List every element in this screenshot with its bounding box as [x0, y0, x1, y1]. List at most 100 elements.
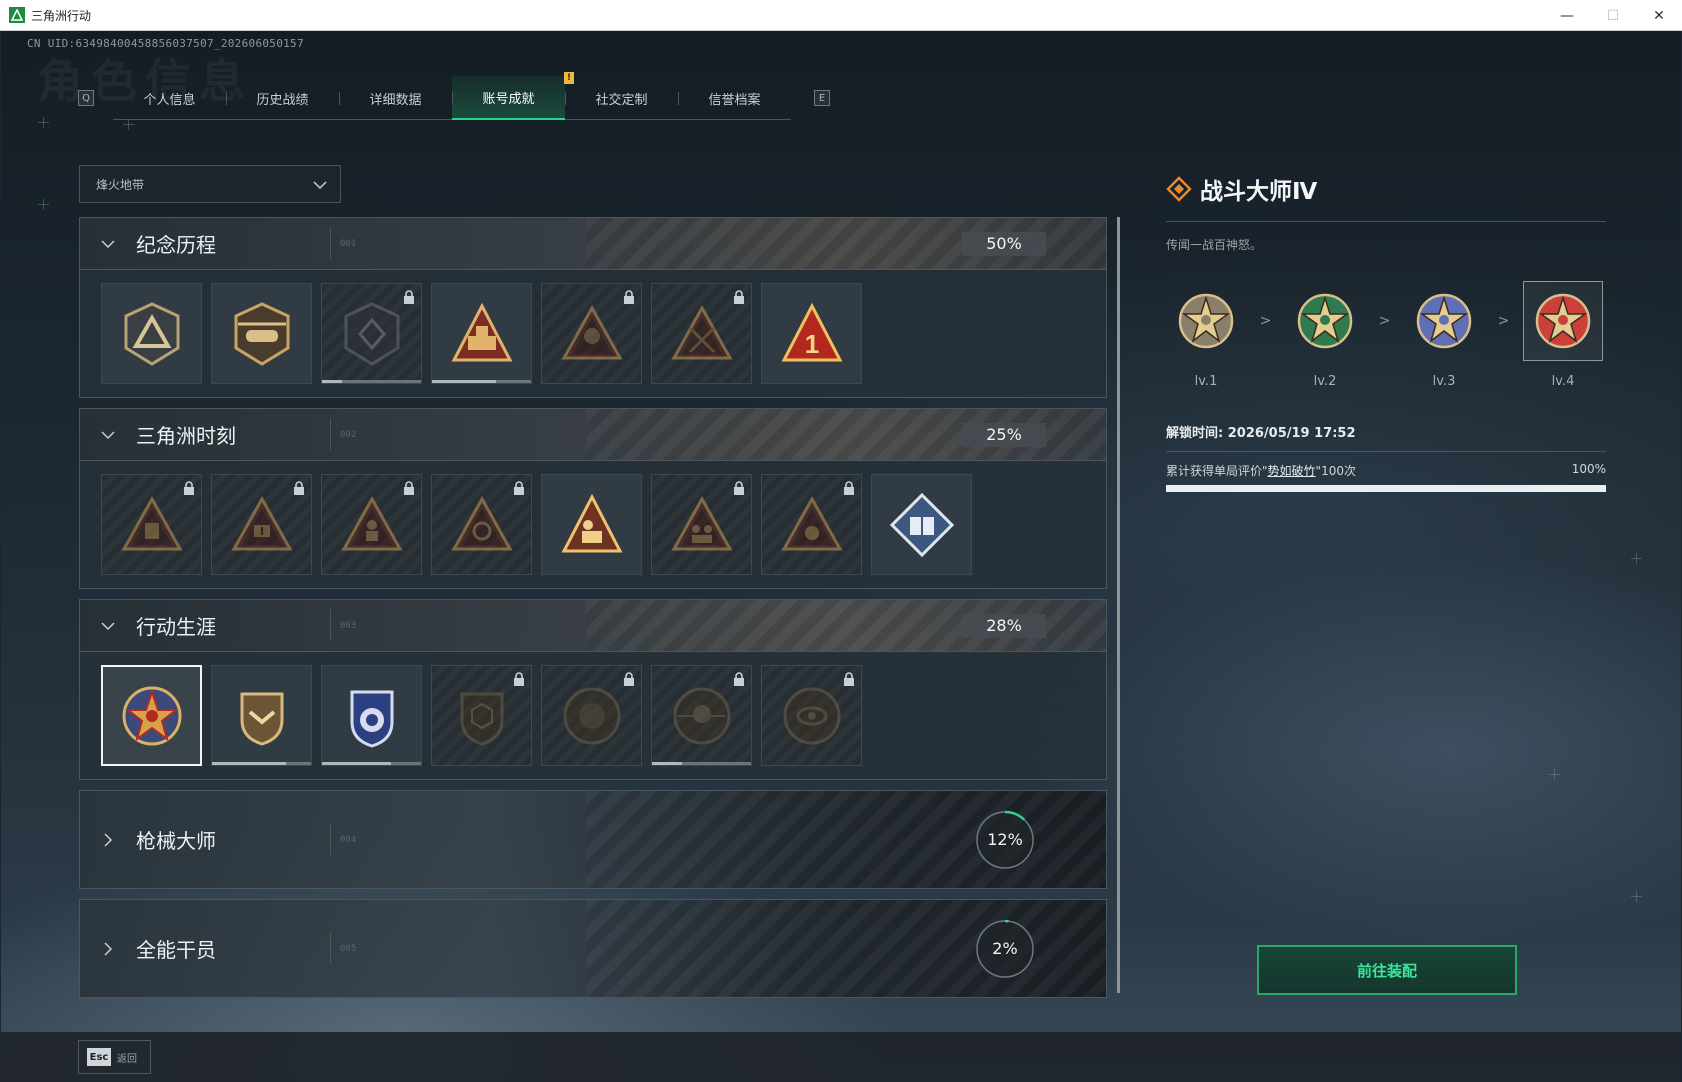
- level-1[interactable]: lv.1: [1166, 281, 1246, 389]
- go-equip-button[interactable]: 前往装配: [1257, 945, 1517, 995]
- level-separator: >: [1497, 313, 1510, 329]
- achievement-badge[interactable]: [541, 283, 642, 384]
- progress-ring-label: 12%: [987, 830, 1023, 849]
- star-medal-lv4-icon: [1535, 293, 1591, 349]
- level-4[interactable]: lv.4: [1523, 281, 1603, 389]
- medkit-triangle-icon: [230, 495, 293, 550]
- chevron-down-icon: [101, 621, 115, 630]
- achievement-badge[interactable]: [651, 283, 752, 384]
- badge-progress-bar: [432, 380, 531, 383]
- scrollbar[interactable]: [1117, 217, 1120, 993]
- section-code: 001: [329, 226, 357, 259]
- achievement-badge[interactable]: [651, 474, 752, 575]
- tab-next-key[interactable]: E: [814, 90, 830, 106]
- lock-icon: [183, 480, 195, 495]
- diamond-book-badge-icon: [889, 492, 954, 557]
- section-all-round-operator: 全能干员 005 2%: [79, 899, 1107, 998]
- carry-triangle-icon: [561, 493, 622, 552]
- section-title: 全能干员: [136, 938, 216, 962]
- level-label: lv.4: [1551, 374, 1575, 389]
- achievement-badge[interactable]: [101, 283, 202, 384]
- lock-icon: [733, 671, 745, 686]
- badge-row: [80, 651, 1106, 779]
- lock-icon: [513, 480, 525, 495]
- section-header[interactable]: 全能干员 005 2%: [80, 900, 1106, 997]
- achievement-badge[interactable]: [871, 474, 972, 575]
- crossed-swords-badge-icon: [670, 304, 733, 359]
- section-title: 行动生涯: [136, 615, 216, 639]
- star-medal-lv2-icon: [1297, 293, 1353, 349]
- mode-select[interactable]: 烽火地带: [79, 165, 341, 203]
- section-header[interactable]: 纪念历程 001 50%: [80, 218, 1106, 269]
- achievement-badge[interactable]: [651, 665, 752, 766]
- lock-icon: [843, 480, 855, 495]
- achievement-badge[interactable]: [321, 665, 422, 766]
- achievement-description: 传闻一战百神怒。: [1166, 238, 1263, 252]
- achievement-badge[interactable]: [431, 474, 532, 575]
- progress-ring: 2%: [974, 918, 1036, 980]
- section-code: 005: [329, 931, 357, 964]
- eye-badge-icon: [783, 687, 840, 744]
- close-button[interactable]: ✕: [1636, 0, 1682, 31]
- hooded-figure-badge-icon: [560, 304, 623, 359]
- section-weapon-master: 枪械大师 004 12%: [79, 790, 1107, 889]
- achievement-badge[interactable]: 1: [761, 283, 862, 384]
- section-code: 004: [329, 822, 357, 855]
- lock-icon: [403, 480, 415, 495]
- helicopter-badge-icon: [234, 301, 289, 366]
- achievement-badge[interactable]: [101, 665, 202, 766]
- tab-detailed-data[interactable]: 详细数据: [339, 76, 452, 120]
- achievement-badge[interactable]: [431, 283, 532, 384]
- lock-icon: [293, 480, 305, 495]
- tab-personal-info[interactable]: 个人信息: [113, 76, 226, 120]
- minimize-button[interactable]: —: [1544, 0, 1590, 31]
- section-header[interactable]: 枪械大师 004 12%: [80, 791, 1106, 888]
- achievement-badge[interactable]: [321, 283, 422, 384]
- police-shield-badge-icon: [350, 690, 393, 748]
- section-title: 枪械大师: [136, 829, 216, 853]
- tab-label: 信誉档案: [708, 92, 761, 108]
- chevron-right-icon: [104, 832, 113, 847]
- achievement-badge[interactable]: [321, 474, 422, 575]
- tab-reputation[interactable]: 信誉档案: [678, 76, 791, 120]
- achievement-badge[interactable]: [541, 474, 642, 575]
- svg-text:1: 1: [804, 329, 818, 359]
- tab-label: 账号成就: [482, 91, 535, 107]
- chevron-right-icon: [104, 941, 113, 956]
- achievement-badge[interactable]: [541, 665, 642, 766]
- badge-progress-bar: [322, 380, 421, 383]
- lock-icon: [733, 289, 745, 304]
- back-button[interactable]: Esc 返回: [78, 1040, 151, 1074]
- maximize-button[interactable]: ☐: [1590, 0, 1636, 31]
- lock-icon: [623, 671, 635, 686]
- tab-label: 个人信息: [143, 92, 196, 108]
- number-one-badge-icon: 1: [781, 302, 842, 361]
- tab-history[interactable]: 历史战绩: [226, 76, 339, 120]
- level-2[interactable]: lv.2: [1285, 281, 1365, 389]
- achievement-badge[interactable]: [761, 474, 862, 575]
- achievement-badge[interactable]: [211, 283, 312, 384]
- section-title: 三角洲时刻: [136, 424, 236, 448]
- condition-suffix: "100次: [1315, 464, 1356, 478]
- section-header[interactable]: 行动生涯 003 28%: [80, 600, 1106, 651]
- achievement-badge[interactable]: [211, 474, 312, 575]
- section-percent: 25%: [962, 422, 1046, 447]
- section-percent: 28%: [962, 613, 1046, 638]
- tab-achievements[interactable]: 账号成就: [452, 76, 565, 120]
- achievement-title: 战斗大师Ⅳ: [1200, 179, 1318, 205]
- achievement-badge[interactable]: [101, 474, 202, 575]
- lock-icon: [513, 671, 525, 686]
- window-title: 三角洲行动: [31, 8, 92, 23]
- hex-shield-badge-icon: [460, 692, 503, 746]
- unlock-time: 解锁时间: 2026/05/19 17:52: [1166, 426, 1356, 441]
- achievement-badge[interactable]: [211, 665, 312, 766]
- tab-label: 历史战绩: [256, 92, 309, 108]
- section-header[interactable]: 三角洲时刻 002 25%: [80, 409, 1106, 460]
- achievement-badge[interactable]: [431, 665, 532, 766]
- level-3[interactable]: lv.3: [1404, 281, 1484, 389]
- tab-prev-key[interactable]: Q: [78, 90, 94, 106]
- star-medal-badge-icon: [122, 686, 181, 745]
- tab-social[interactable]: ! 社交定制: [564, 72, 678, 120]
- achievement-detail-panel: 战斗大师Ⅳ 传闻一战百神怒。 lv.1 > lv.2 > lv.3 > lv.4: [1166, 171, 1606, 492]
- achievement-badge[interactable]: [761, 665, 862, 766]
